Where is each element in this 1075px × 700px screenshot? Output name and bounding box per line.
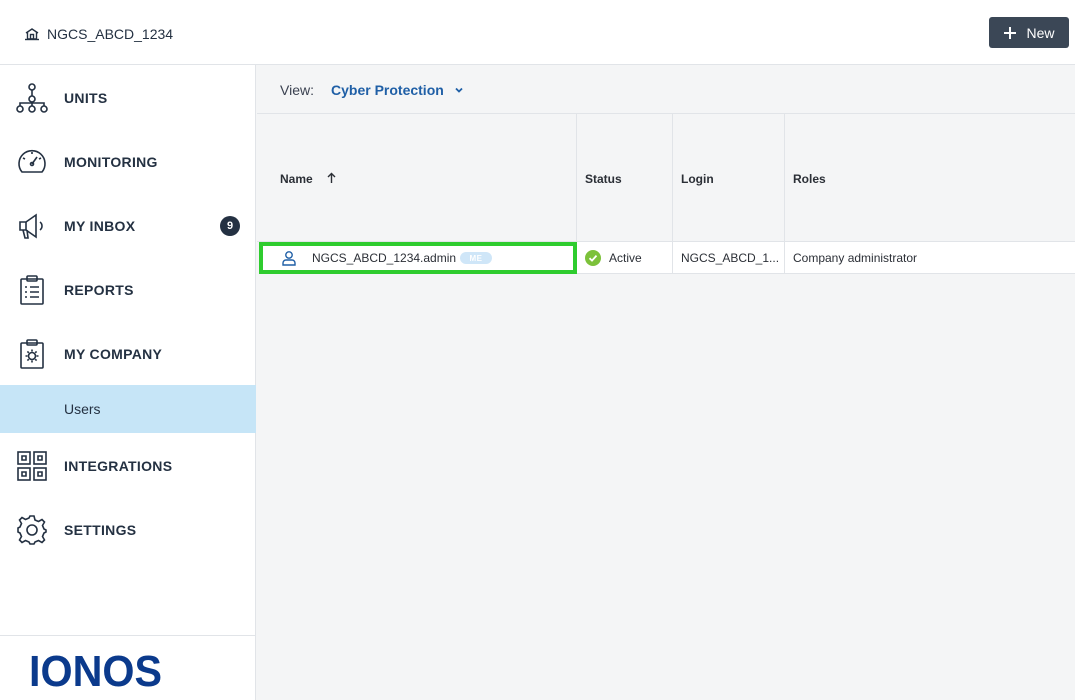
clipboard-report-icon xyxy=(16,274,48,306)
check-circle-icon xyxy=(585,249,601,266)
sidebar-subitem-label: Users xyxy=(64,401,101,417)
sidebar-subitem-users[interactable]: Users xyxy=(0,385,256,433)
sidebar-item-label: REPORTS xyxy=(64,282,134,298)
view-label: View: xyxy=(280,82,314,98)
column-header-label: Roles xyxy=(793,172,826,186)
top-bar: NGCS_ABCD_1234 New xyxy=(0,0,1075,65)
megaphone-icon xyxy=(16,210,48,242)
me-tag: ME xyxy=(460,252,492,264)
ionos-logo: IONOS xyxy=(29,650,162,688)
integrations-grid-icon xyxy=(16,450,48,482)
sidebar-item-label: INTEGRATIONS xyxy=(64,458,173,474)
sidebar-item-my-inbox[interactable]: MY INBOX 9 xyxy=(0,202,256,250)
sidebar-item-reports[interactable]: REPORTS xyxy=(0,266,256,314)
sort-ascending-icon[interactable] xyxy=(327,172,336,184)
building-icon xyxy=(25,28,39,41)
status-text: Active xyxy=(609,250,642,265)
view-selected-value: Cyber Protection xyxy=(331,82,444,98)
sidebar-item-label: MY COMPANY xyxy=(64,346,163,362)
new-button-label: New xyxy=(1026,24,1055,41)
sidebar-item-label: MONITORING xyxy=(64,154,158,170)
sidebar-item-settings[interactable]: SETTINGS xyxy=(0,506,256,554)
column-header-name[interactable]: Name xyxy=(257,114,577,242)
clipboard-gear-icon xyxy=(16,338,48,370)
column-header-login[interactable]: Login xyxy=(673,114,785,242)
speedometer-icon xyxy=(16,146,48,178)
plus-icon xyxy=(1004,26,1017,39)
chevron-down-icon xyxy=(455,87,463,93)
column-header-label: Name xyxy=(280,172,313,186)
sidebar-item-monitoring[interactable]: MONITORING xyxy=(0,138,256,186)
user-name: NGCS_ABCD_1234.admin xyxy=(312,251,457,265)
user-name-cell[interactable]: NGCS_ABCD_1234.admin ME xyxy=(259,242,577,274)
sidebar-item-integrations[interactable]: INTEGRATIONS xyxy=(0,442,256,490)
user-icon xyxy=(282,251,296,266)
gear-icon xyxy=(16,514,48,546)
column-header-label: Status xyxy=(585,172,622,186)
sidebar-item-label: UNITS xyxy=(64,90,108,106)
new-button[interactable]: New xyxy=(989,17,1069,48)
column-header-label: Login xyxy=(681,172,714,186)
column-header-roles[interactable]: Roles xyxy=(785,114,1075,242)
breadcrumb[interactable]: NGCS_ABCD_1234 xyxy=(24,24,173,44)
column-header-status[interactable]: Status xyxy=(577,114,673,242)
org-tree-icon xyxy=(16,82,48,114)
roles-cell: Company administrator xyxy=(785,242,1075,274)
sidebar-item-label: SETTINGS xyxy=(64,522,137,538)
sidebar-item-label: MY INBOX xyxy=(64,218,136,234)
breadcrumb-label: NGCS_ABCD_1234 xyxy=(47,26,174,42)
sidebar-item-units[interactable]: UNITS xyxy=(0,74,256,122)
login-text: NGCS_ABCD_1... xyxy=(681,250,780,265)
sidebar: UNITS MONITORING MY INBOX 9 REPORTS MY C… xyxy=(0,65,256,700)
status-cell: Active xyxy=(577,242,673,274)
inbox-count-badge: 9 xyxy=(220,216,240,236)
sidebar-item-my-company[interactable]: MY COMPANY xyxy=(0,330,256,378)
login-cell: NGCS_ABCD_1... xyxy=(673,242,785,274)
logo-area: IONOS xyxy=(0,635,256,700)
view-bar: View: Cyber Protection xyxy=(257,65,1075,114)
roles-text: Company administrator xyxy=(793,250,918,265)
view-dropdown[interactable]: Cyber Protection xyxy=(331,82,464,98)
svg-text:IONOS: IONOS xyxy=(29,650,162,688)
